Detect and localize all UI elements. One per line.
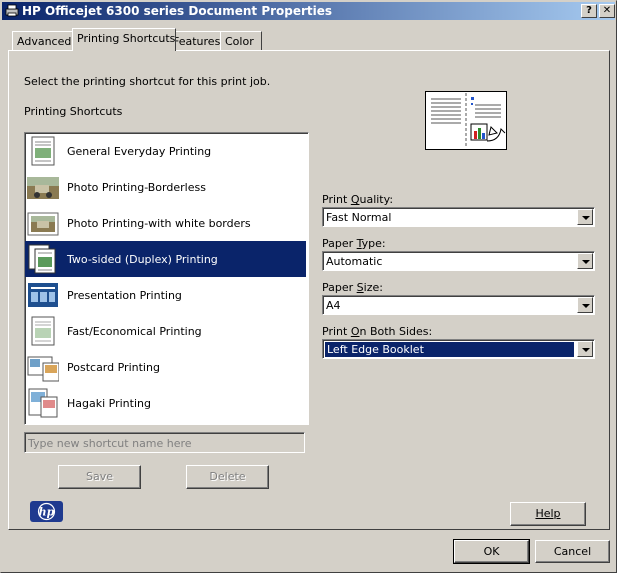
list-item-label: Two-sided (Duplex) Printing xyxy=(67,253,218,266)
chevron-down-icon[interactable] xyxy=(577,253,593,269)
shortcut-fast-economical[interactable]: Fast/Economical Printing xyxy=(25,313,306,349)
shortcut-postcard[interactable]: Postcard Printing xyxy=(25,349,306,385)
print-quality-label: Print Quality: xyxy=(322,193,394,206)
list-item-label: Presentation Printing xyxy=(67,289,182,302)
shortcut-photo-white-borders[interactable]: Photo Printing-with white borders xyxy=(25,205,306,241)
chevron-down-icon[interactable] xyxy=(577,297,593,313)
ok-button[interactable]: OK xyxy=(453,539,530,564)
booklet-preview xyxy=(425,91,507,150)
list-item-label: Fast/Economical Printing xyxy=(67,325,202,338)
new-shortcut-name-input[interactable]: Type new shortcut name here xyxy=(24,432,305,453)
list-item-label: General Everyday Printing xyxy=(67,145,212,158)
shortcut-hagaki[interactable]: Hagaki Printing xyxy=(25,385,306,421)
both-sides-label: Print On Both Sides: xyxy=(322,325,433,338)
delete-button[interactable]: Delete xyxy=(186,465,269,489)
hp-logo: hp xyxy=(30,501,63,522)
title-bar[interactable]: HP Officejet 6300 series Document Proper… xyxy=(2,2,615,20)
shortcut-general-everyday[interactable]: General Everyday Printing xyxy=(25,133,306,169)
document-icon xyxy=(31,136,55,166)
tab-color[interactable]: Color xyxy=(220,31,262,51)
shortcuts-heading: Printing Shortcuts xyxy=(24,105,123,118)
print-quality-select[interactable]: Fast Normal xyxy=(322,207,595,227)
help-button[interactable]: Help xyxy=(510,502,586,526)
shortcut-presentation[interactable]: Presentation Printing xyxy=(25,277,306,313)
print-quality-value: Fast Normal xyxy=(326,211,392,224)
printer-app-icon xyxy=(5,4,19,17)
booklet-preview-icon xyxy=(425,91,507,150)
paper-size-label: Paper Size: xyxy=(322,281,383,294)
shortcut-photo-borderless[interactable]: Photo Printing-Borderless xyxy=(25,169,306,205)
chevron-down-icon[interactable] xyxy=(577,341,593,357)
list-item-label: Postcard Printing xyxy=(67,361,160,374)
presentation-icon xyxy=(28,283,58,307)
paper-size-value: A4 xyxy=(326,299,341,312)
window-title: HP Officejet 6300 series Document Proper… xyxy=(22,4,333,18)
close-button[interactable]: ✕ xyxy=(599,4,615,18)
list-item-label: Photo Printing-with white borders xyxy=(67,217,251,230)
paper-type-label: Paper Type: xyxy=(322,237,386,250)
photo-bordered-icon xyxy=(27,212,59,236)
chevron-down-icon[interactable] xyxy=(577,209,593,225)
tab-features[interactable]: Features xyxy=(168,31,222,51)
shortcut-two-sided-duplex[interactable]: Two-sided (Duplex) Printing xyxy=(25,241,306,277)
both-sides-value: Left Edge Booklet xyxy=(325,342,574,357)
svg-text:hp: hp xyxy=(39,506,55,519)
photo-icon xyxy=(27,177,59,199)
list-item-label: Hagaki Printing xyxy=(67,397,151,410)
tab-advanced[interactable]: Advanced xyxy=(12,31,79,51)
hp-logo-icon: hp xyxy=(30,501,63,522)
both-sides-select[interactable]: Left Edge Booklet xyxy=(322,339,595,359)
shortcuts-list[interactable]: General Everyday Printing Photo Printing… xyxy=(24,132,309,425)
paper-size-select[interactable]: A4 xyxy=(322,295,595,315)
context-help-button[interactable]: ? xyxy=(581,4,597,18)
instruction-text: Select the printing shortcut for this pr… xyxy=(24,75,271,88)
paper-type-select[interactable]: Automatic xyxy=(322,251,595,271)
duplex-icon xyxy=(28,244,56,274)
postcard-icon xyxy=(27,356,59,382)
paper-type-value: Automatic xyxy=(326,255,383,268)
list-item-label: Photo Printing-Borderless xyxy=(67,181,206,194)
hagaki-icon xyxy=(28,388,58,418)
cancel-button[interactable]: Cancel xyxy=(535,540,610,563)
tab-printing-shortcuts[interactable]: Printing Shortcuts xyxy=(72,28,176,51)
document-icon xyxy=(31,316,55,346)
save-button[interactable]: Save xyxy=(58,465,141,489)
